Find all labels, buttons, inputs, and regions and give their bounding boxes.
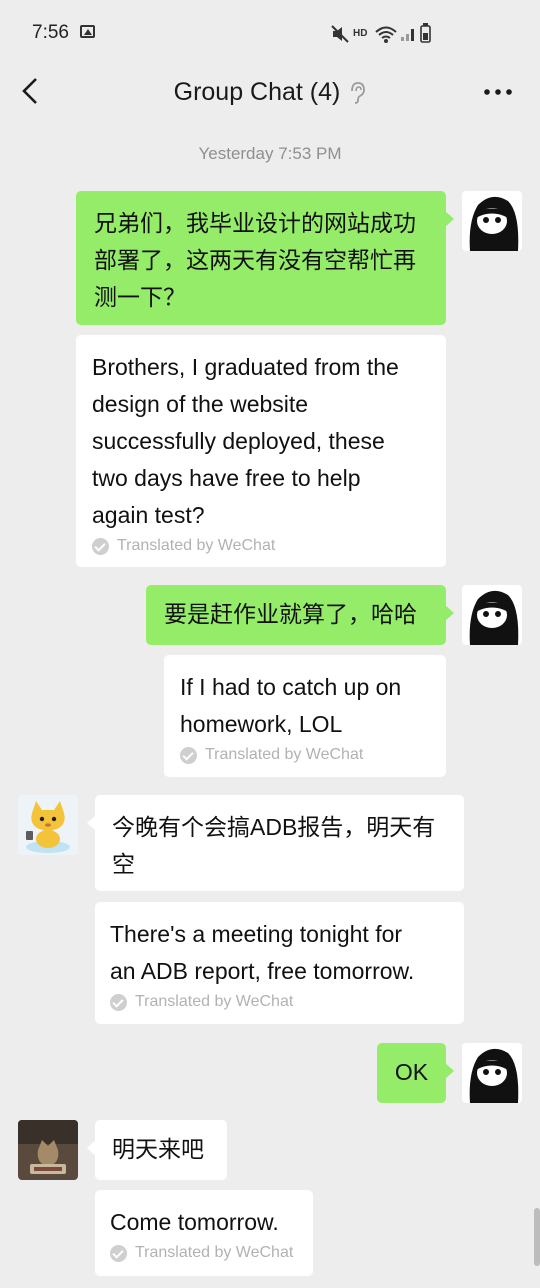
status-time: 7:56	[32, 22, 69, 43]
ear-mode-icon	[351, 81, 366, 104]
message-text-line: 部署了，这两天有没有空帮忙再	[94, 247, 416, 273]
mute-icon	[331, 25, 349, 43]
self-avatar[interactable]	[462, 1043, 522, 1103]
more-options-icon[interactable]	[482, 80, 514, 104]
translation-bubble[interactable]: If I had to catch up on homework, LOL Tr…	[164, 655, 446, 777]
signal-icon	[401, 29, 414, 41]
translation-line: Come tomorrow.	[110, 1209, 279, 1235]
check-icon	[110, 993, 127, 1011]
scrollbar[interactable]	[534, 1208, 540, 1266]
message-text-line: 要是赶作业就算了，哈哈	[164, 601, 417, 627]
message-text-line: 兄弟们，我毕业设计的网站成功	[94, 210, 416, 236]
friend-avatar-photo[interactable]	[18, 1120, 78, 1180]
translation-line: an ADB report, free tomorrow.	[110, 958, 415, 984]
translation-bubble[interactable]: Come tomorrow. Translated by WeChat	[95, 1190, 313, 1276]
translated-by-label: Translated by WeChat	[92, 535, 432, 557]
message-bubble-friend[interactable]: 明天来吧	[87, 1120, 227, 1180]
translation-line: If I had to catch up on	[180, 674, 402, 700]
message-bubble-self[interactable]: 要是赶作业就算了，哈哈	[146, 585, 454, 645]
message-bubble-self[interactable]: 兄弟们，我毕业设计的网站成功 部署了，这两天有没有空帮忙再 测一下？	[76, 191, 454, 325]
chat-title: Group Chat (4)	[0, 78, 540, 107]
translation-bubble[interactable]: There's a meeting tonight for an ADB rep…	[95, 902, 464, 1024]
translated-by-label: Translated by WeChat	[110, 991, 454, 1013]
translated-by-label: Translated by WeChat	[110, 1242, 303, 1264]
translated-by-label: Translated by WeChat	[180, 744, 432, 766]
message-text-line: OK	[394, 1059, 429, 1085]
message-text-line: 空	[112, 851, 135, 877]
self-avatar[interactable]	[462, 585, 522, 645]
translation-line: design of the website	[92, 391, 309, 417]
translation-line: successfully deployed, these	[92, 428, 385, 454]
message-text-line: 今晚有个会搞ADB报告，明天有	[112, 814, 436, 840]
hd-indicator: HD	[353, 28, 368, 39]
translation-line: two days have free to help	[92, 465, 361, 491]
friend-avatar-cat[interactable]	[18, 795, 78, 855]
check-icon	[180, 746, 197, 764]
translation-line: homework, LOL	[180, 711, 343, 737]
wifi-icon	[375, 26, 397, 43]
check-icon	[110, 1244, 127, 1262]
translation-bubble[interactable]: Brothers, I graduated from the design of…	[76, 335, 446, 567]
message-text-line: 明天来吧	[112, 1136, 204, 1162]
translation-line: Brothers, I graduated from the	[92, 354, 399, 380]
translation-line: again test?	[92, 502, 205, 528]
message-bubble-self[interactable]: OK	[377, 1043, 454, 1103]
chat-title-text: Group Chat (4)	[173, 78, 341, 106]
image-notification-icon	[80, 25, 95, 38]
self-avatar[interactable]	[462, 191, 522, 251]
battery-icon	[420, 23, 431, 43]
message-timestamp: Yesterday 7:53 PM	[198, 144, 342, 163]
check-icon	[92, 537, 109, 555]
message-text-line: 测一下？	[94, 284, 186, 310]
translation-line: There's a meeting tonight for	[110, 921, 403, 947]
message-bubble-friend[interactable]: 今晚有个会搞ADB报告，明天有 空	[87, 795, 464, 891]
